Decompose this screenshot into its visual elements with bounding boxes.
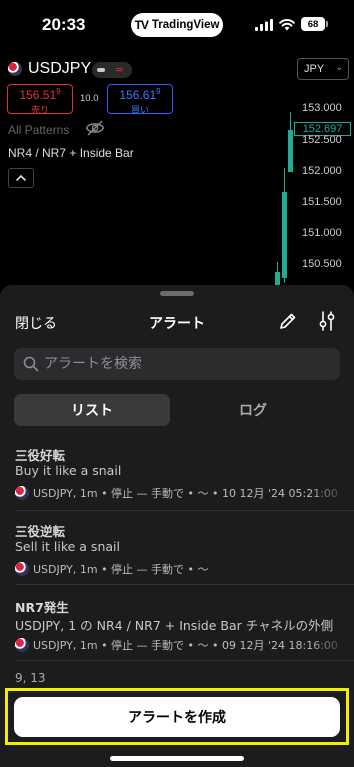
alert-meta: USDJPY, 1m • 停止 — 手動で • 〜 • 10 12月 '24 0… [15, 485, 349, 501]
search-bar[interactable] [14, 348, 340, 380]
usd-jpy-flag-icon [15, 638, 29, 652]
battery-level: 68 [307, 18, 319, 30]
settings-sliders-icon[interactable] [316, 310, 338, 332]
symbol-header[interactable]: USDJPY [8, 60, 91, 78]
tab-log[interactable]: ログ [175, 394, 331, 426]
alert-message: USDJPY, 1 の NR4 / NR7 + Inside Bar チャネルの… [15, 618, 334, 633]
alert-meta-text: USDJPY, 1m • 停止 — 手動で • 〜 [33, 563, 209, 576]
alert-meta: USDJPY, 1m • 停止 — 手動で • 〜 [15, 561, 349, 577]
search-icon [23, 356, 39, 372]
indicator-label[interactable]: NR4 / NR7 + Inside Bar [8, 146, 134, 160]
alert-list-item-partial[interactable]: 9, 13 [15, 671, 46, 685]
create-alert-button[interactable]: アラートを作成 [14, 697, 340, 737]
alert-message: Buy it like a snail [15, 463, 122, 478]
currency-value: JPY [304, 63, 325, 75]
app-indicator-pill[interactable]: TV TradingView [131, 13, 223, 37]
chart-toggle-chip[interactable]: ≈ [92, 62, 132, 78]
buy-button[interactable]: 156.619 買い [107, 84, 173, 116]
price-axis-label: 152.000 [302, 165, 342, 177]
pencil-icon[interactable] [278, 311, 298, 331]
symbol-name: USDJPY [28, 60, 92, 77]
alert-meta-text: USDJPY, 1m • 停止 — 手動で • 〜 • 10 12月 '24 0… [33, 487, 338, 500]
divider [15, 584, 354, 585]
app-name: TradingView [151, 19, 220, 31]
overflow-fade [309, 485, 349, 501]
candle [282, 192, 287, 278]
price-axis-label: 151.000 [302, 227, 342, 239]
usd-jpy-flag-icon [15, 486, 29, 500]
chevron-up-icon [15, 174, 27, 182]
alerts-sheet: 閉じる アラート リスト ログ 三役好転 Buy it like a snail… [0, 285, 354, 767]
sell-label: 売り [30, 106, 49, 116]
alert-meta-text: USDJPY, 1m • 停止 — 手動で • 〜 • 09 12月 '24 1… [33, 639, 338, 652]
all-patterns-label: All Patterns [8, 123, 70, 137]
divider [15, 510, 354, 511]
wave-icon: ≈ [115, 63, 125, 76]
overflow-fade [309, 637, 349, 653]
sell-price: 156.519 [19, 87, 61, 102]
price-axis-label: 152.500 [302, 134, 342, 146]
divider [15, 660, 354, 661]
eye-off-icon[interactable] [85, 120, 105, 136]
buy-price: 156.619 [119, 87, 161, 102]
search-input[interactable] [44, 348, 334, 380]
chart-area[interactable]: USDJPY ≈ JPY ⌄ 156.519 売り 10.0 156.619 買… [0, 50, 354, 295]
wifi-icon [279, 18, 295, 31]
candle [288, 130, 293, 172]
tab-list[interactable]: リスト [14, 394, 170, 426]
clock: 20:33 [42, 15, 86, 34]
dash-icon [97, 68, 105, 72]
sell-button[interactable]: 156.519 売り [7, 84, 73, 116]
alert-message: Sell it like a snail [15, 539, 120, 554]
alert-title: 三役逆転 [15, 524, 66, 539]
price-axis-label: 151.500 [302, 196, 342, 208]
alert-title: NR7発生 [15, 600, 69, 615]
status-bar: 20:33 TV TradingView 68 [0, 0, 354, 50]
sheet-title: アラート [149, 316, 205, 332]
alert-list-item[interactable]: 三役好転 Buy it like a snail USDJPY, 1m • 停止… [0, 445, 354, 503]
battery-icon: 68 [301, 17, 328, 31]
alert-title: 三役好転 [15, 448, 66, 463]
price-axis-label: 153.000 [302, 102, 342, 114]
alert-meta: USDJPY, 1m • 停止 — 手動で • 〜 • 09 12月 '24 1… [15, 637, 349, 653]
tradingview-logo-icon: TV [134, 18, 149, 32]
chevron-down-icon: ⌄ [335, 62, 343, 72]
sheet-grabber[interactable] [160, 291, 194, 296]
alert-list-item[interactable]: 三役逆転 Sell it like a snail USDJPY, 1m • 停… [0, 521, 354, 579]
cellular-signal-icon [255, 19, 273, 31]
collapse-legend-button[interactable] [8, 168, 34, 188]
price-axis-label: 150.500 [302, 258, 342, 270]
home-indicator[interactable] [110, 756, 244, 761]
buy-label: 買い [130, 106, 149, 116]
usd-jpy-flag-icon [8, 62, 22, 76]
alert-list-item[interactable]: NR7発生 USDJPY, 1 の NR4 / NR7 + Inside Bar… [0, 597, 354, 655]
currency-select[interactable]: JPY ⌄ [297, 58, 349, 80]
spread-value: 10.0 [80, 93, 99, 104]
usd-jpy-flag-icon [15, 562, 29, 576]
